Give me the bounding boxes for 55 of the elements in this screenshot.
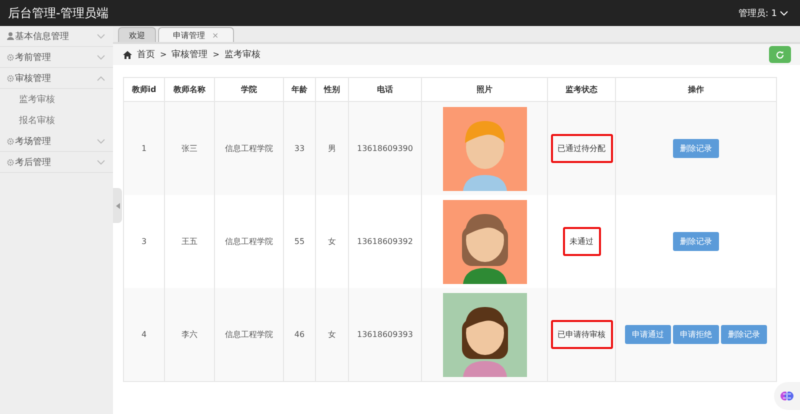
user-icon	[7, 32, 14, 40]
column-header: 电话	[348, 78, 422, 102]
brain-icon	[780, 389, 794, 403]
refresh-button[interactable]	[769, 46, 791, 63]
chevron-down-icon	[97, 34, 105, 38]
breadcrumb-separator: >	[212, 50, 220, 59]
table-cell: 信息工程学院	[214, 102, 284, 195]
table-cell: 信息工程学院	[214, 288, 284, 382]
sidebar-item[interactable]: 考后管理	[0, 152, 113, 173]
caret-icon	[780, 10, 788, 16]
home-icon	[123, 50, 132, 58]
table-cell: 4	[124, 288, 164, 382]
status-label: 未通过	[562, 227, 600, 256]
column-header: 监考状态	[548, 78, 616, 102]
column-header: 照片	[422, 78, 548, 102]
chevron-down-icon	[97, 138, 105, 144]
column-header: 学院	[214, 78, 284, 102]
table-cell: 13618609390	[348, 102, 422, 195]
table-cell: 46	[284, 288, 316, 382]
user-menu[interactable]: 管理员: 1	[738, 6, 788, 20]
refresh-icon	[775, 50, 785, 60]
breadcrumb-link[interactable]: 监考审核	[224, 48, 260, 61]
chevron-down-icon	[97, 160, 105, 164]
gear-icon	[7, 74, 14, 82]
column-header: 年龄	[284, 78, 316, 102]
breadcrumb-link[interactable]: 审核管理	[172, 48, 208, 61]
table-cell: 张三	[164, 102, 214, 195]
table-cell: 1	[124, 102, 164, 195]
gear-icon	[7, 54, 14, 60]
sidebar-subitem[interactable]: 报名审核	[0, 110, 113, 131]
table-cell: 33	[284, 102, 316, 195]
breadcrumb-separator: >	[160, 50, 167, 59]
status-label: 已申请待审核	[550, 320, 612, 349]
column-header: 教师id	[124, 78, 164, 102]
tab[interactable]: 申请管理 ×	[158, 27, 234, 42]
status-label: 已通过待分配	[550, 134, 612, 163]
app-title: 后台管理-管理员端	[8, 4, 108, 22]
table-cell: 女	[316, 288, 348, 382]
column-header: 操作	[616, 78, 776, 102]
breadcrumb-link[interactable]: 首页	[137, 48, 155, 61]
gear-icon	[7, 158, 14, 166]
table-cell: 男	[316, 102, 348, 195]
table-cell: 13618609393	[348, 288, 422, 382]
chevron-up-icon	[97, 76, 105, 80]
sidebar-item[interactable]: 审核管理	[0, 68, 113, 89]
column-header: 性别	[316, 78, 348, 102]
sidebar-item[interactable]: 考场管理	[0, 131, 113, 152]
table-cell: 李六	[164, 288, 214, 382]
column-header: 教师名称	[164, 78, 214, 102]
tab[interactable]: 欢迎	[118, 27, 156, 42]
chevron-down-icon	[97, 54, 105, 60]
sidebar-subitem[interactable]: 监考审核	[0, 89, 113, 110]
assistant-button[interactable]	[774, 382, 800, 410]
collapse-handle[interactable]	[113, 188, 122, 223]
gear-icon	[7, 138, 14, 144]
